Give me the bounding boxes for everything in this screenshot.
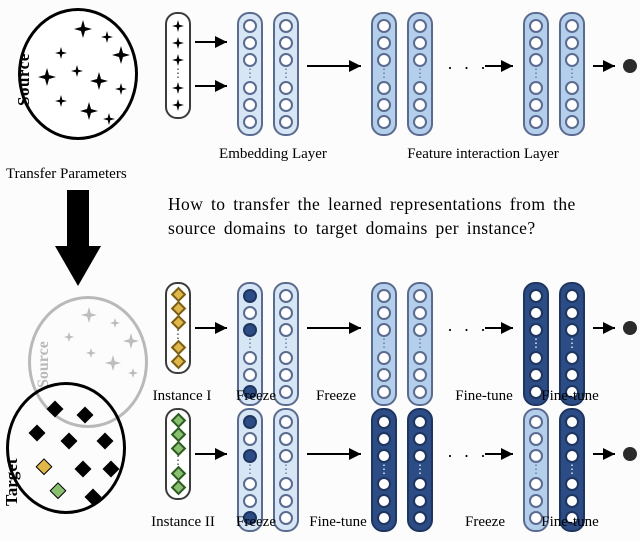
arrow-icon [193, 444, 233, 464]
arrow-icon [483, 56, 519, 76]
i1-state-3: Fine-tune [449, 388, 519, 405]
transfer-arrow-icon [55, 190, 101, 286]
output-node [623, 321, 637, 335]
instance-1-row: ⋮ ⋮ ⋮ ⋮ ⋮ · · · [165, 278, 630, 408]
star-icon [171, 98, 185, 112]
instance1-label: Instance I [147, 388, 217, 405]
arrow-icon [305, 56, 367, 76]
arrow-icon [591, 56, 621, 76]
target-label: Target [2, 458, 22, 506]
output-node [623, 447, 637, 461]
i2-state-3: Freeze [457, 514, 513, 531]
arrow-icon [193, 318, 233, 338]
output-node [623, 59, 637, 73]
source-stars-icon [21, 11, 141, 143]
target-diamonds-icon [9, 385, 129, 517]
instance-2-row: ⋮ ⋮ ⋮ ⋮ ⋮ · · · [165, 404, 630, 534]
embedding-col-1: ⋮ [237, 12, 263, 136]
i2-col-4: ⋮ [407, 408, 433, 532]
star-icon [171, 19, 185, 33]
i2-state-4: Fine-tune [535, 514, 605, 531]
arrow-icon [591, 444, 621, 464]
star-icon [171, 36, 185, 50]
star-icon [171, 81, 185, 95]
feature-layer-label: Feature interaction Layer [383, 146, 583, 163]
i1-state-1: Freeze [231, 388, 281, 405]
feature-col-1: ⋮ [371, 12, 397, 136]
diagram-stage: Source Transfer Parameters Source [0, 0, 640, 541]
embedding-col-2: ⋮ [273, 12, 299, 136]
feature-col-3: ⋮ [523, 12, 549, 136]
i2-state-2: Fine-tune [303, 514, 373, 531]
question-text: How to transfer the learned representati… [168, 192, 622, 240]
source-network-row: ⋮ ⋮ ⋮ ⋮ ⋮ [165, 8, 630, 138]
ghost-source-label: Source [35, 341, 53, 388]
feature-col-2: ⋮ [407, 12, 433, 136]
arrow-icon [305, 318, 367, 338]
instance1-input-column: ⋮ [165, 282, 191, 374]
source-domain-oval [18, 8, 138, 140]
instance2-input-column: ⋮ [165, 408, 191, 500]
target-domain-oval [6, 382, 126, 514]
arrow-icon [305, 444, 367, 464]
i2-state-1: Freeze [231, 514, 281, 531]
i2-col-3: ⋮ [371, 408, 397, 532]
embedding-layer-label: Embedding Layer [213, 146, 333, 163]
target-domain-group: Source Target [6, 296, 156, 526]
i1-state-4: Fine-tune [535, 388, 605, 405]
source-input-column: ⋮ [165, 12, 191, 119]
arrow-icon [483, 444, 519, 464]
arrow-icon [483, 318, 519, 338]
source-label: Source [14, 53, 34, 106]
diamond-icon [170, 480, 186, 496]
i1-col-4: ⋮ [407, 282, 433, 406]
diamond-icon [170, 354, 186, 370]
star-icon [171, 53, 185, 67]
arrow-icon [591, 318, 621, 338]
transfer-parameters-label: Transfer Parameters [6, 166, 127, 183]
i1-col-3: ⋮ [371, 282, 397, 406]
instance2-label: Instance II [147, 514, 219, 531]
i1-state-2: Freeze [311, 388, 361, 405]
feature-col-4: ⋮ [559, 12, 585, 136]
arrow-icon [193, 30, 233, 100]
